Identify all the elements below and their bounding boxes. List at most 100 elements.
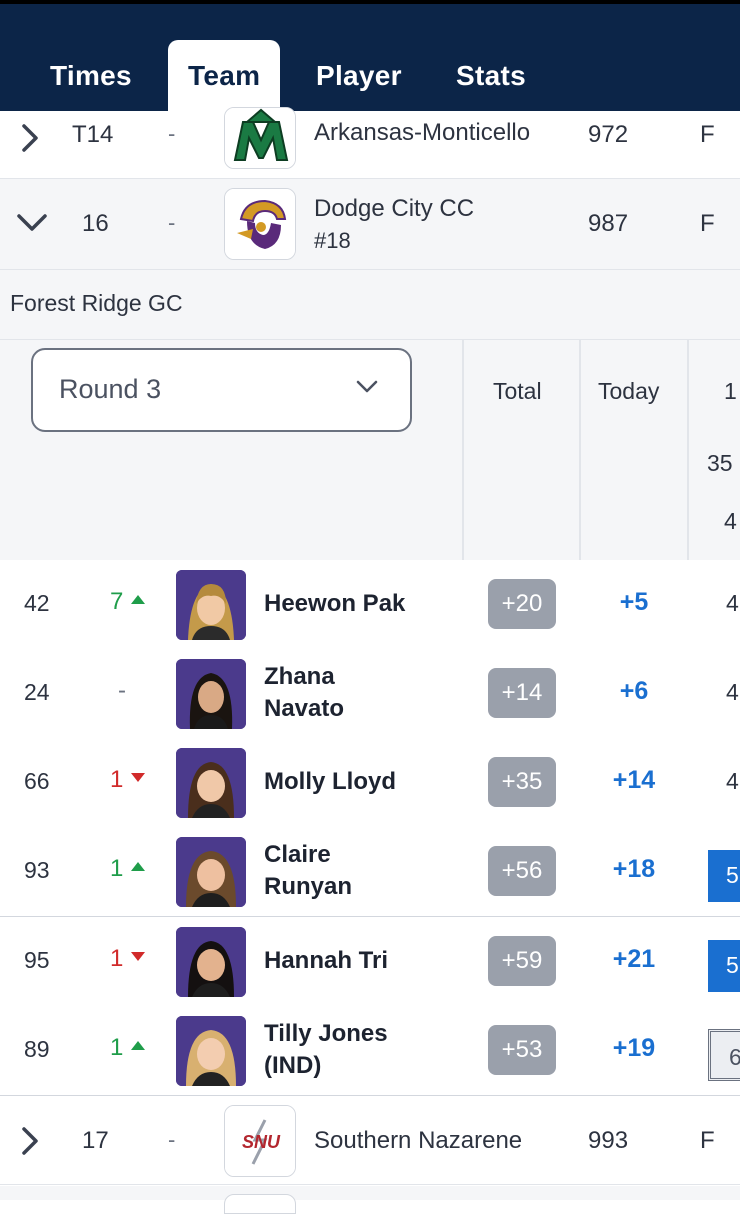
hole-score: 4 bbox=[726, 590, 739, 616]
player-avatar bbox=[176, 927, 246, 997]
arrow-up-icon bbox=[131, 862, 146, 872]
round-select[interactable]: Round 3 bbox=[31, 348, 412, 432]
column-hole-number: 1 bbox=[724, 378, 737, 404]
position-change: 1 bbox=[110, 945, 146, 973]
team-status: F bbox=[700, 1127, 715, 1154]
team-rank: 16 bbox=[82, 210, 109, 237]
team-status: F bbox=[700, 121, 715, 148]
column-divider bbox=[687, 340, 689, 560]
player-place: 24 bbox=[24, 679, 50, 705]
player-today: +5 bbox=[619, 588, 649, 616]
player-row[interactable]: 24 - Zhana Navato +14 +6 4 bbox=[0, 649, 740, 738]
player-name[interactable]: Tilly Jones (IND) bbox=[264, 1018, 424, 1082]
player-total: +35 bbox=[488, 757, 556, 807]
team-row[interactable]: T14 - Arkansas-Monticello 972 F bbox=[0, 107, 740, 179]
team-row-expanded[interactable]: 16 - Dodge City CC #18 987 F bbox=[0, 179, 740, 270]
player-total: +14 bbox=[488, 668, 556, 718]
player-row[interactable]: 95 1 Hannah Tri +59 +21 5 bbox=[0, 917, 740, 1006]
tab-player[interactable]: Player bbox=[316, 60, 402, 92]
team-row[interactable]: 17 - SNU Southern Nazarene 993 F bbox=[0, 1095, 740, 1185]
player-total: +20 bbox=[488, 579, 556, 629]
player-total: +59 bbox=[488, 936, 556, 986]
position-change: 1 bbox=[110, 766, 146, 794]
rank-move: - bbox=[168, 1127, 176, 1152]
player-today: +18 bbox=[612, 855, 656, 883]
team-status: F bbox=[700, 210, 715, 237]
rank-move: - bbox=[168, 210, 176, 235]
player-today: +14 bbox=[612, 766, 656, 794]
team-name[interactable]: Arkansas-Monticello bbox=[314, 117, 530, 149]
tab-team[interactable]: Team bbox=[168, 40, 281, 112]
player-name[interactable]: Hannah Tri bbox=[264, 945, 388, 977]
chevron-down-icon bbox=[356, 380, 378, 393]
player-total: +53 bbox=[488, 1025, 556, 1075]
player-row[interactable]: 66 1 Molly Lloyd +35 +14 4 bbox=[0, 738, 740, 827]
tab-stats[interactable]: Stats bbox=[456, 60, 526, 92]
team-logo: SNU bbox=[224, 1105, 296, 1177]
player-name[interactable]: Claire Runyan bbox=[264, 839, 414, 903]
hole-score-bogey: 5 bbox=[708, 940, 740, 992]
position-change: 1 bbox=[110, 855, 146, 883]
column-total[interactable]: Total bbox=[493, 378, 542, 405]
chevron-down-icon[interactable] bbox=[16, 209, 48, 235]
tab-times[interactable]: Times bbox=[50, 60, 132, 92]
player-avatar bbox=[176, 1016, 246, 1086]
player-name[interactable]: Zhana Navato bbox=[264, 661, 414, 725]
player-today: +21 bbox=[612, 945, 656, 973]
player-avatar bbox=[176, 659, 246, 729]
dodge-city-conquistador-logo bbox=[225, 189, 295, 259]
team-rank: T14 bbox=[72, 121, 114, 148]
position-change-value: 1 bbox=[110, 855, 124, 882]
team-name[interactable]: Southern Nazarene bbox=[314, 1125, 522, 1157]
player-total: +56 bbox=[488, 846, 556, 896]
player-place: 42 bbox=[24, 590, 50, 616]
hole-score: 4 bbox=[726, 768, 739, 794]
arrow-up-icon bbox=[131, 595, 146, 605]
chevron-right-icon[interactable] bbox=[16, 123, 44, 153]
player-avatar bbox=[176, 570, 246, 640]
arrow-down-icon bbox=[131, 773, 146, 783]
position-change-value: 1 bbox=[110, 766, 124, 793]
status-strip bbox=[0, 0, 740, 4]
svg-text:SNU: SNU bbox=[242, 1132, 281, 1152]
player-place: 93 bbox=[24, 857, 50, 883]
next-row-peek bbox=[0, 1186, 740, 1214]
southern-nazarene-logo: SNU bbox=[225, 1106, 295, 1176]
hole-par: 4 bbox=[724, 508, 737, 534]
player-today: +19 bbox=[612, 1034, 656, 1062]
course-bar: Forest Ridge GC bbox=[0, 270, 740, 340]
team-score: 972 bbox=[588, 121, 629, 148]
position-change-value: 1 bbox=[110, 1034, 124, 1061]
hole-score: 4 bbox=[726, 679, 739, 705]
player-name[interactable]: Heewon Pak bbox=[264, 588, 405, 620]
position-change-value: 1 bbox=[110, 945, 124, 972]
column-today[interactable]: Today bbox=[598, 378, 659, 405]
player-place: 95 bbox=[24, 947, 50, 973]
hole-yardage: 35 bbox=[707, 450, 733, 476]
team-rank: 17 bbox=[82, 1127, 109, 1154]
arrow-up-icon bbox=[131, 1041, 146, 1051]
team-name[interactable]: Dodge City CC bbox=[314, 193, 474, 225]
player-row[interactable]: 89 1 Tilly Jones (IND) +53 +19 6 bbox=[0, 1006, 740, 1095]
player-row[interactable]: 93 1 Claire Runyan +56 +18 5 bbox=[0, 827, 740, 916]
arrow-down-icon bbox=[131, 952, 146, 962]
position-change-value: 7 bbox=[110, 588, 124, 615]
hole-score-bogey: 5 bbox=[708, 850, 740, 902]
player-avatar bbox=[176, 748, 246, 818]
player-name[interactable]: Molly Lloyd bbox=[264, 766, 396, 798]
chevron-right-icon[interactable] bbox=[16, 1126, 44, 1156]
arkansas-monticello-logo bbox=[225, 108, 295, 168]
player-place: 89 bbox=[24, 1036, 50, 1062]
player-avatar bbox=[176, 837, 246, 907]
team-seed: #18 bbox=[314, 228, 351, 253]
player-today: +6 bbox=[619, 677, 649, 705]
rank-move: - bbox=[168, 121, 176, 146]
hole-score-double-bogey: 6 bbox=[708, 1029, 740, 1081]
player-place: 66 bbox=[24, 768, 50, 794]
position-change: - bbox=[118, 677, 126, 704]
team-logo bbox=[224, 188, 296, 260]
course-name: Forest Ridge GC bbox=[10, 290, 183, 316]
player-row[interactable]: 42 7 Heewon Pak +20 +5 4 bbox=[0, 560, 740, 649]
top-nav: Times Team Player Stats bbox=[0, 0, 740, 112]
position-change: 1 bbox=[110, 1034, 146, 1062]
